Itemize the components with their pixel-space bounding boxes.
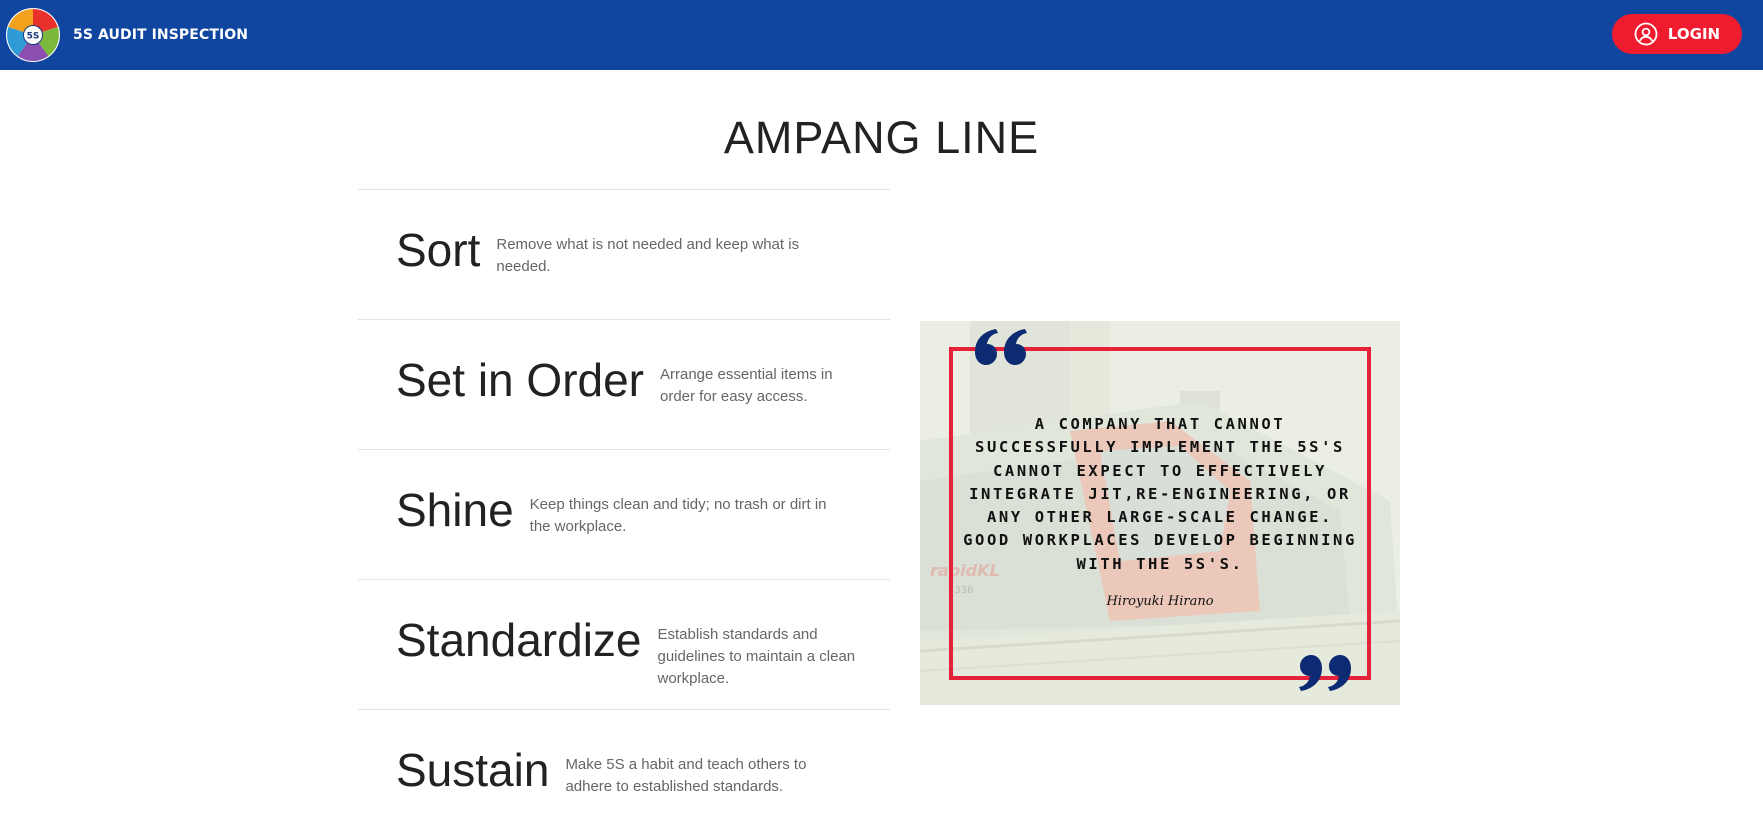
principle-description: Make 5S a habit and teach others to adhe… xyxy=(565,756,807,795)
quote-author: Hiroyuki Hirano xyxy=(1106,594,1214,609)
principles-list: Sort Remove what is not needed and keep … xyxy=(358,189,890,839)
principle-name: Sort xyxy=(396,224,481,276)
login-button[interactable]: LOGIN xyxy=(1612,14,1742,54)
principle-description: Establish standards and guidelines to ma… xyxy=(657,626,856,687)
principle-description: Arrange essential items in order for eas… xyxy=(660,366,833,405)
principle-name: Shine xyxy=(396,484,514,536)
brand-link[interactable]: 5S 5S AUDIT INSPECTION xyxy=(5,0,248,70)
principle-name: Standardize xyxy=(396,614,642,666)
open-quote-icon xyxy=(975,329,1027,365)
principle-set-in-order: Set in Order Arrange essential items in … xyxy=(358,319,890,449)
principle-shine: Shine Keep things clean and tidy; no tra… xyxy=(358,449,890,579)
principle-name: Set in Order xyxy=(396,354,644,406)
brand-title: 5S AUDIT INSPECTION xyxy=(73,27,249,43)
login-label: LOGIN xyxy=(1667,25,1721,43)
top-navbar: 5S 5S AUDIT INSPECTION LOGIN xyxy=(0,0,1763,70)
quote-text: A COMPANY THAT CANNOT SUCCESSFULLY IMPLE… xyxy=(963,415,1357,573)
quote-image: rapidKL 4336 A COMPANY THAT CANNOT SUCCE… xyxy=(920,321,1400,705)
page-title: AMPANG LINE xyxy=(723,112,1040,163)
close-quote-icon xyxy=(1299,655,1351,691)
principle-description: Keep things clean and tidy; no trash or … xyxy=(529,496,827,535)
principle-name: Sustain xyxy=(396,744,550,796)
user-circle-icon xyxy=(1634,22,1658,46)
principle-description: Remove what is not needed and keep what … xyxy=(496,236,800,275)
principle-standardize: Standardize Establish standards and guid… xyxy=(358,579,890,709)
principle-sort: Sort Remove what is not needed and keep … xyxy=(358,189,890,319)
logo-text: 5S xyxy=(27,32,40,42)
5s-logo-icon: 5S xyxy=(6,8,60,62)
principle-sustain: Sustain Make 5S a habit and teach others… xyxy=(358,709,890,839)
